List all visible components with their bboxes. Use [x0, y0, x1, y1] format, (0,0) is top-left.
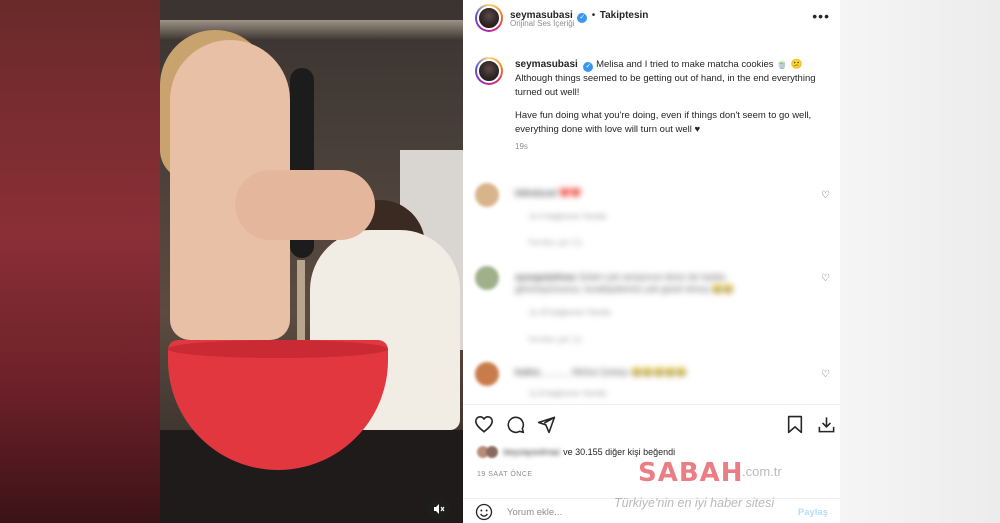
audio-label[interactable]: Orijinal Ses İçeriği [510, 19, 574, 28]
likes-summary[interactable]: beyzaysolmaz ve 30.155 diğer kişi beğend… [477, 446, 675, 458]
comment-bar: Yorum ekle... Paylaş [463, 498, 840, 523]
comment-author[interactable]: kubra______ [515, 367, 570, 377]
share-icon[interactable] [535, 413, 557, 435]
comment-item: bilinduzal ❤️❤️ 1s 4 beğenme Yanıtla Yan… [475, 183, 840, 253]
caption-time: 19s [515, 142, 528, 151]
comment-item: kubra______ Melisa Şubaşı 😂😂😂😂😂 1s 8 beğ… [475, 362, 840, 402]
liker-avatars [477, 446, 501, 458]
caption-avatar[interactable] [475, 57, 503, 85]
likes-count-text: ve 30.155 diğer kişi beğendi [563, 447, 676, 457]
comment-meta[interactable]: 1s 8 beğenme Yanıtla [529, 389, 606, 398]
caption-username[interactable]: seymasubasi [515, 59, 578, 70]
mute-icon[interactable] [428, 498, 450, 520]
liker-name[interactable]: beyzaysolmaz [504, 447, 561, 457]
post-video[interactable] [160, 0, 463, 523]
comment-text: aysegulyilmaz Sizleri çok seviyorum ikin… [515, 271, 780, 295]
comment-author[interactable]: bilinduzal [515, 188, 557, 198]
post-panel: seymasubasi ✓ • Takiptesin Orijinal Ses … [463, 0, 840, 523]
following-button[interactable]: Takiptesin [600, 10, 649, 21]
comment-avatar[interactable] [475, 266, 499, 290]
post-comment-button[interactable]: Paylaş [798, 507, 828, 518]
comment-avatar[interactable] [475, 362, 499, 386]
hands [235, 170, 375, 240]
action-bar [463, 404, 840, 438]
separator-dot: • [591, 10, 596, 21]
view-replies[interactable]: Yanıtları gör (1) [527, 335, 582, 344]
mixer-whisk [297, 260, 305, 350]
verified-icon: ✓ [583, 62, 594, 72]
post-header: seymasubasi ✓ • Takiptesin Orijinal Ses … [463, 0, 840, 40]
background-right [840, 0, 1000, 523]
verified-icon: ✓ [577, 13, 588, 23]
posted-time: 19 SAAT ÖNCE [477, 471, 533, 478]
view-replies[interactable]: Yanıtları gör (1) [527, 238, 582, 247]
emoji-icon[interactable] [475, 503, 493, 521]
bookmark-icon[interactable] [784, 413, 806, 435]
comment-text: bilinduzal ❤️❤️ [515, 188, 581, 199]
comment-body: ❤️❤️ [559, 188, 582, 198]
background-left [0, 0, 160, 523]
heart-icon[interactable] [473, 413, 495, 435]
comment-author[interactable]: aysegulyilmaz [515, 272, 576, 282]
comment-body: Melisa Şubaşı 😂😂😂😂😂 [572, 367, 688, 377]
comment-meta[interactable]: 1s 20 beğenme Yanıtla [529, 308, 611, 317]
download-icon[interactable] [815, 413, 837, 435]
comment-meta[interactable]: 1s 4 beğenme Yanıtla [529, 212, 606, 221]
comment-text: kubra______ Melisa Şubaşı 😂😂😂😂😂 [515, 367, 687, 378]
comment-like-icon[interactable]: ♡ [821, 190, 830, 201]
comment-avatar[interactable] [475, 183, 499, 207]
caption-text-2: Have fun doing what you're doing, even i… [515, 110, 812, 135]
comment-item: aysegulyilmaz Sizleri çok seviyorum ikin… [475, 266, 840, 356]
comment-icon[interactable] [504, 413, 526, 435]
caption: seymasubasi ✓ Melisa and I tried to make… [515, 58, 830, 99]
comment-like-icon[interactable]: ♡ [821, 369, 830, 380]
more-options-icon[interactable]: ••• [812, 8, 830, 24]
bowl-rim [168, 340, 388, 358]
author-avatar[interactable] [475, 4, 503, 32]
comment-input[interactable]: Yorum ekle... [507, 507, 562, 518]
comment-like-icon[interactable]: ♡ [821, 273, 830, 284]
